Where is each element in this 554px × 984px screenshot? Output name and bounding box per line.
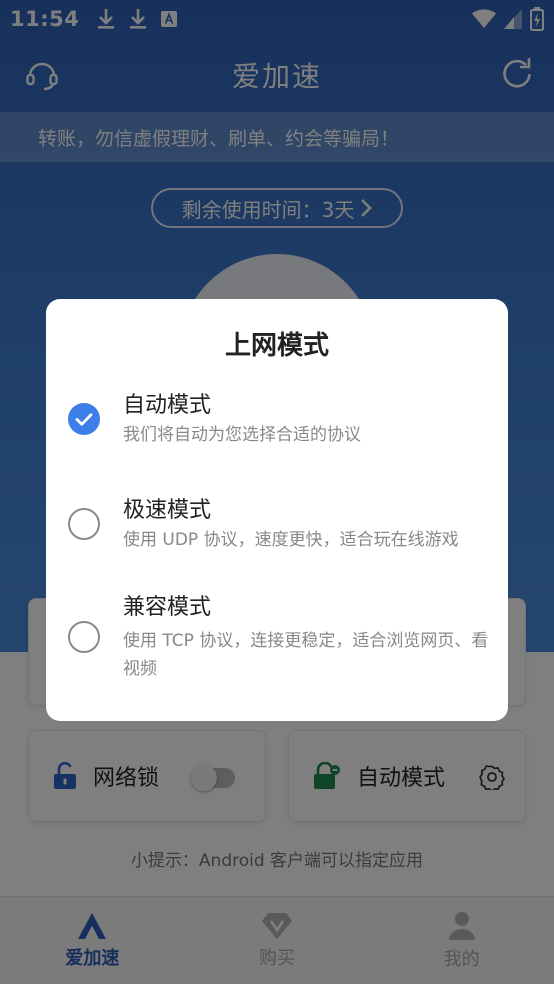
option-compat-mode[interactable]: 兼容模式 使用 TCP 协议，连接更稳定，适合浏览网页、看视频: [46, 589, 508, 689]
dialog-title: 上网模式: [224, 331, 329, 361]
option-title: 自动模式: [123, 393, 212, 418]
option-title: 兼容模式: [123, 595, 212, 620]
radio-compat-mode[interactable]: [68, 621, 100, 653]
radio-auto-mode[interactable]: [68, 403, 100, 435]
network-mode-dialog: 上网模式 自动模式 我们将自动为您选择合适的协议 极速模式 使用 UDP 协议，…: [46, 299, 508, 721]
option-desc: 使用 UDP 协议，速度更快，适合玩在线游戏: [123, 530, 459, 550]
option-speed-mode[interactable]: 极速模式 使用 UDP 协议，速度更快，适合玩在线游戏: [46, 492, 508, 572]
option-desc: 我们将自动为您选择合适的协议: [123, 425, 361, 445]
option-desc: 使用 TCP 协议，连接更稳定，适合浏览网页、看视频: [123, 631, 489, 679]
option-auto-mode[interactable]: 自动模式 我们将自动为您选择合适的协议: [46, 387, 508, 467]
radio-speed-mode[interactable]: [68, 508, 100, 540]
option-title: 极速模式: [123, 498, 212, 523]
check-icon: [75, 413, 93, 426]
